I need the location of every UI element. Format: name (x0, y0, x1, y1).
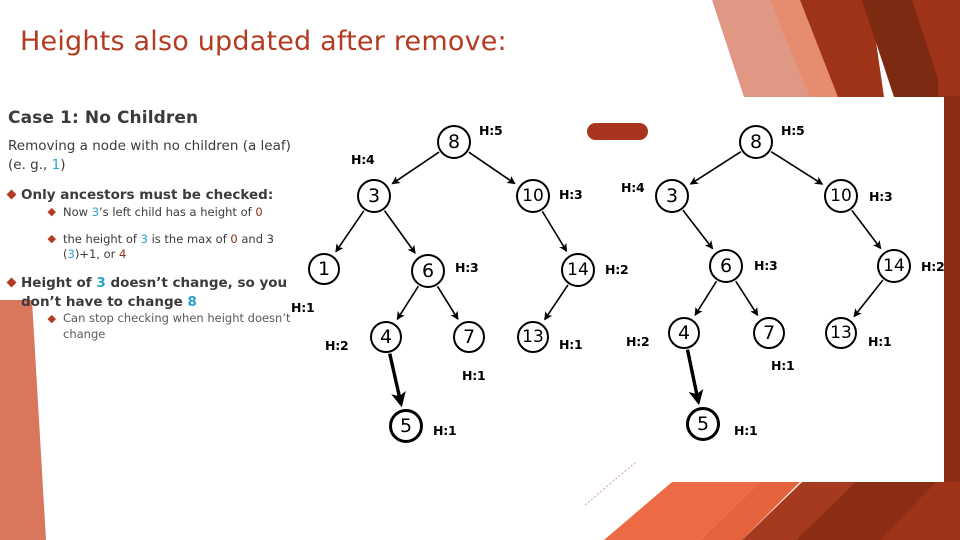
tree-node-14: 14 (877, 249, 911, 283)
tree-node-13: 13 (825, 317, 857, 349)
right-tree-diagram: 8 H:5 3 H:4 10 H:3 6 H:3 14 H:2 4 H:2 7 H:1 13 H:1 5 H:1 (0, 0, 960, 540)
tree-node-8: 8 (739, 125, 773, 159)
tree-node-5: 5 (686, 407, 720, 441)
tree-node-6: 6 (709, 249, 743, 283)
tree-node-10: 10 (824, 179, 858, 213)
height-label-10: H:3 (869, 189, 893, 204)
height-label-3: H:4 (621, 180, 645, 195)
tree-node-4: 4 (668, 317, 700, 349)
slide-canvas: Heights also updated after remove: Case … (0, 0, 960, 540)
tree-node-7: 7 (753, 317, 785, 349)
height-label-4: H:2 (626, 334, 650, 349)
tree-node-3: 3 (655, 179, 689, 213)
height-label-6: H:3 (754, 258, 778, 273)
height-label-5: H:1 (734, 423, 758, 438)
height-label-8: H:5 (781, 123, 805, 138)
height-label-14: H:2 (921, 259, 945, 274)
height-label-7: H:1 (771, 358, 795, 373)
height-label-13: H:1 (868, 334, 892, 349)
